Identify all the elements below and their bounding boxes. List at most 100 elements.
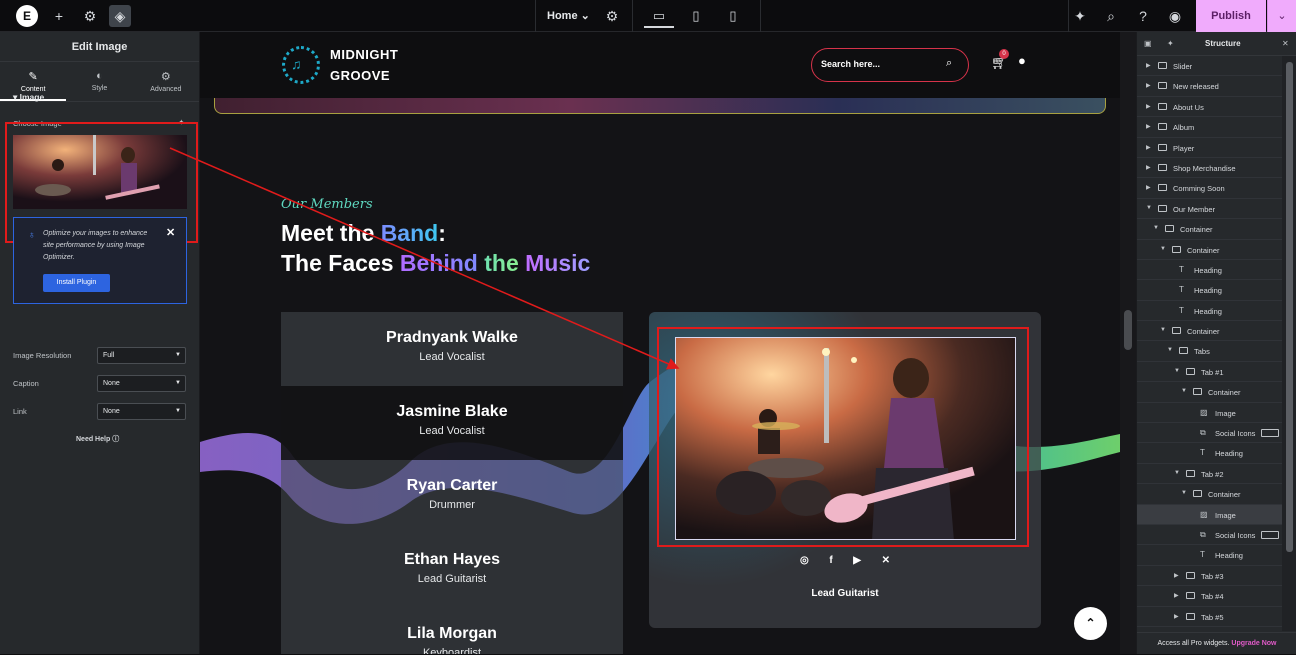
chevron-right-icon[interactable]: ▶ [1146,103,1151,110]
member-tab[interactable]: Pradnyank Walke Lead Vocalist [281,312,623,386]
close-icon[interactable]: ✕ [1282,39,1289,48]
member-tab[interactable]: Lila Morgan Keyboardist [281,608,623,654]
structure-row[interactable]: ▨ Image [1137,504,1282,525]
chevron-down-icon[interactable]: ▼ [1146,205,1152,211]
structure-row[interactable]: ⧉ Social Icons [1137,525,1282,546]
container-icon [1172,245,1181,253]
structure-row-label: Image [1215,510,1236,520]
chevron-right-icon[interactable]: ▶ [1146,164,1151,171]
structure-row[interactable]: T Heading [1137,545,1282,566]
heading-icon: T [1200,550,1205,560]
hidden-element-icon[interactable] [1261,429,1279,438]
structure-row[interactable]: ▶ Tab #5 [1137,607,1282,627]
canvas-scrollbar-thumb[interactable] [1124,310,1132,350]
search-icon[interactable]: ⌕ [1100,5,1122,27]
ai-sparkle-icon[interactable]: ✦ [1167,39,1174,48]
need-help-link[interactable]: Need Help ⓘ [76,434,119,444]
install-plugin-button[interactable]: Install Plugin [43,274,110,292]
add-element-icon[interactable]: + [48,5,70,27]
section-headline-line2: The Faces Behind the Music [281,250,591,276]
structure-row[interactable]: T Heading [1137,280,1282,301]
tab-advanced[interactable]: ⚙ Advanced [133,62,199,101]
structure-row[interactable]: ▶ New released [1137,76,1282,97]
youtube-icon[interactable]: ▶ [853,555,861,566]
panel-title: Edit Image [0,32,199,62]
structure-row-label: Heading [1194,265,1222,275]
x-icon[interactable]: ✕ [882,555,890,566]
tablet-view-icon[interactable]: ▯ [681,6,711,28]
elementor-logo-icon[interactable]: E [16,5,38,27]
container-icon [1186,571,1195,579]
user-account-icon[interactable]: ● [1018,53,1026,68]
structure-row[interactable]: T Heading [1137,443,1282,464]
upgrade-now-link[interactable]: Upgrade Now [1231,640,1276,647]
structure-row[interactable]: ▼ Tab #1 [1137,362,1282,383]
structure-row[interactable]: ▶ Shop Merchandise [1137,158,1282,179]
chevron-down-icon[interactable]: ▼ [1181,490,1187,496]
instagram-icon[interactable]: ◎ [800,555,809,566]
structure-row[interactable]: ▶ About Us [1137,97,1282,118]
hidden-element-icon[interactable] [1261,530,1279,539]
chevron-right-icon[interactable]: ▶ [1146,62,1151,69]
search-icon[interactable]: ⌕ [946,57,952,70]
preview-eye-icon[interactable]: ◉ [1164,5,1186,27]
tab-style[interactable]: ◐ Style [66,62,132,101]
chevron-down-icon[interactable]: ▼ [1153,225,1159,231]
image-section-header[interactable]: ▾ Image [13,92,44,103]
chevron-down-icon[interactable]: ▼ [1160,327,1166,333]
chevron-down-icon[interactable]: ▼ [1181,388,1187,394]
chevron-down-icon[interactable]: ▼ [1174,368,1180,374]
member-tab-active[interactable]: Jasmine Blake Lead Vocalist [281,386,623,460]
search-field[interactable]: Search here... ⌕ [811,48,969,82]
chevron-down-icon[interactable]: ▼ [1160,246,1166,252]
site-settings-icon[interactable]: ⚙ [79,5,101,27]
desktop-view-icon[interactable]: ▭ [644,6,674,28]
help-icon[interactable]: ? [1132,5,1154,27]
chevron-right-icon[interactable]: ▶ [1146,144,1151,151]
panel-toggle-icon[interactable]: ▣ [1144,39,1152,48]
image-resolution-select[interactable]: Full ▼ [97,347,186,364]
chevron-down-icon[interactable]: ▼ [1167,347,1173,353]
structure-layers-icon[interactable]: ◈ [109,5,131,27]
scroll-to-top-button[interactable]: ⌃ [1074,607,1107,640]
chevron-down-icon[interactable]: ▼ [1174,470,1180,476]
structure-row[interactable]: ▶ Tab #3 [1137,566,1282,587]
structure-row[interactable]: ▶ Tab #4 [1137,586,1282,607]
close-icon[interactable]: ✕ [166,226,175,239]
chevron-right-icon[interactable]: ▶ [1174,613,1179,620]
structure-row[interactable]: ▼ Container [1137,382,1282,403]
page-selector[interactable]: Home ⌄ [547,9,590,22]
structure-row[interactable]: T Heading [1137,301,1282,322]
chevron-right-icon[interactable]: ▶ [1174,592,1179,599]
structure-row[interactable]: ▶ Album [1137,117,1282,138]
structure-row[interactable]: ▶ Comming Soon [1137,178,1282,199]
mobile-view-icon[interactable]: ▯ [718,6,748,28]
publish-button[interactable]: Publish [1196,0,1266,32]
caption-select[interactable]: None ▼ [97,375,186,392]
structure-row[interactable]: ▼ Container [1137,321,1282,342]
structure-row[interactable]: ▶ Player [1137,138,1282,158]
structure-row[interactable]: T Heading [1137,260,1282,281]
chevron-right-icon[interactable]: ▶ [1146,184,1151,191]
member-tab[interactable]: Ethan Hayes Lead Guitarist [281,534,623,608]
structure-row[interactable]: ▼ Tab #2 [1137,464,1282,485]
member-tab[interactable]: Ryan Carter Drummer [281,460,623,534]
structure-row[interactable]: ▼ Container [1137,240,1282,260]
facebook-icon[interactable]: f [829,555,832,566]
page-settings-icon[interactable]: ⚙ [601,5,623,27]
link-select[interactable]: None ▼ [97,403,186,420]
chevron-right-icon[interactable]: ▶ [1146,82,1151,89]
structure-row[interactable]: ▨ Image [1137,403,1282,424]
ai-sparkle-icon[interactable]: ✦ [1069,5,1091,27]
chevron-right-icon[interactable]: ▶ [1146,123,1151,130]
structure-row[interactable]: ▼ Container [1137,219,1282,240]
structure-row-label: Heading [1194,306,1222,316]
structure-row[interactable]: ▼ Container [1137,484,1282,505]
structure-scrollbar-thumb[interactable] [1286,62,1293,552]
structure-row[interactable]: ▶ Slider [1137,56,1282,77]
structure-row[interactable]: ▼ Our Member [1137,199,1282,220]
chevron-right-icon[interactable]: ▶ [1174,572,1179,579]
structure-row[interactable]: ▼ Tabs [1137,341,1282,362]
publish-options-chevron-icon[interactable]: ⌄ [1267,0,1296,32]
structure-row[interactable]: ⧉ Social Icons [1137,423,1282,444]
